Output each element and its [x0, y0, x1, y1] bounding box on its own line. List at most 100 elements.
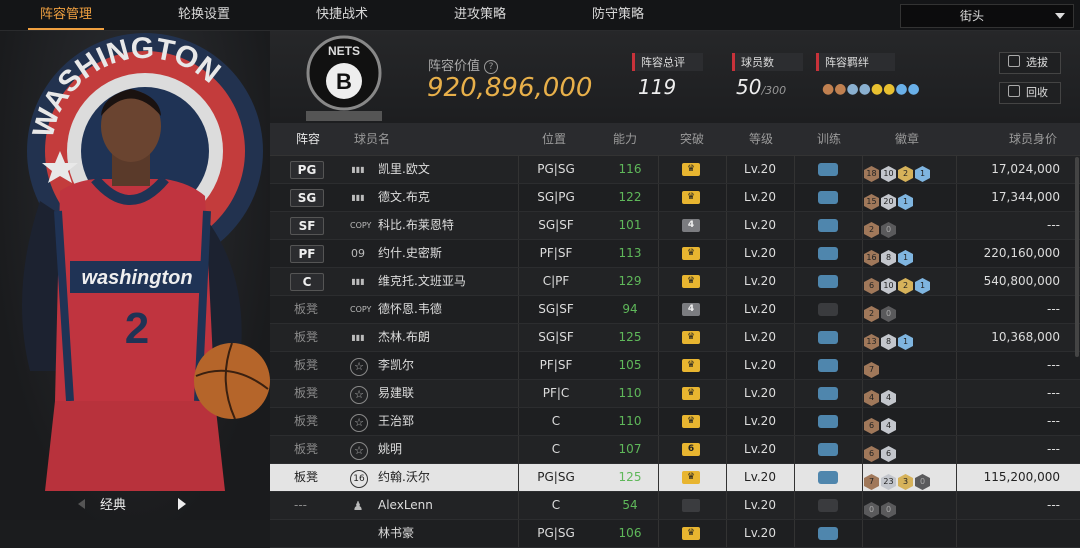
slot-label[interactable]: 板凳: [294, 324, 318, 351]
player-name[interactable]: 德怀恩.韦德: [378, 296, 442, 323]
player-level: Lv.20: [744, 358, 776, 372]
player-name[interactable]: 约翰.沃尔: [378, 464, 430, 491]
table-row[interactable]: PG ▮▮▮ 凯里.欧文 PG|SG 116 ♛ Lv.20 18 10 2 1 17,024,000: [270, 156, 1080, 184]
bond-icons[interactable]: ●●●●●●●●: [822, 81, 920, 97]
training-icon[interactable]: [818, 387, 838, 400]
training-icon[interactable]: [818, 527, 838, 540]
badge-list[interactable]: 20: [864, 301, 898, 322]
player-ability: 105: [618, 358, 642, 372]
player-level: Lv.20: [744, 498, 776, 512]
training-icon[interactable]: [818, 303, 838, 316]
player-name[interactable]: 林书豪: [378, 520, 414, 547]
tab-defense[interactable]: 防守策略: [580, 0, 656, 30]
table-row[interactable]: 板凳 16 约翰.沃尔 PG|SG 125 ♛ Lv.20 7 23 3 0 115,200,000: [270, 464, 1080, 492]
player-name[interactable]: 王治郅: [378, 408, 414, 435]
table-row[interactable]: C ▮▮▮ 维克托.文班亚马 C|PF 129 ♛ Lv.20 6 10 2 1 540,800,00…: [270, 268, 1080, 296]
slot-label[interactable]: ---: [294, 492, 307, 519]
training-icon[interactable]: [818, 247, 838, 260]
badge-icon: 0: [881, 222, 896, 238]
help-icon[interactable]: ?: [484, 60, 499, 74]
badge-list[interactable]: 7: [864, 357, 881, 378]
slot-label[interactable]: 板凳: [294, 436, 318, 463]
table-row[interactable]: 板凳 ☆ 易建联 PF|C 110 ♛ Lv.20 4 4 ---: [270, 380, 1080, 408]
badge-list[interactable]: 15 20 1: [864, 189, 915, 210]
training-icon[interactable]: [818, 219, 838, 232]
tab-lineup[interactable]: 阵容管理: [28, 0, 104, 30]
slot-label[interactable]: 板凳: [294, 380, 318, 407]
player-level: Lv.20: [744, 386, 776, 400]
player-showcase: WASHINGTON washington 2 经典: [0, 31, 270, 520]
player-name[interactable]: 凯里.欧文: [378, 156, 430, 183]
player-name[interactable]: 姚明: [378, 436, 402, 463]
player-name[interactable]: 易建联: [378, 380, 414, 407]
tab-quick-tactics[interactable]: 快捷战术: [304, 0, 380, 30]
player-name[interactable]: 德文.布克: [378, 184, 430, 211]
chevron-down-icon: [1055, 13, 1065, 19]
training-icon[interactable]: [818, 443, 838, 456]
table-row[interactable]: PF 09 约什.史密斯 PF|SF 113 ♛ Lv.20 16 8 1 220,160,000: [270, 240, 1080, 268]
player-name[interactable]: 李凯尔: [378, 352, 414, 379]
slot-badge[interactable]: PF: [290, 245, 324, 263]
player-position: SG|SF: [538, 330, 574, 344]
table-row[interactable]: --- ♟ AlexLenn C 54 Lv.20 0 0 ---: [270, 492, 1080, 520]
prev-arrow-icon[interactable]: [78, 499, 85, 509]
breakthrough-icon: ♛: [682, 471, 700, 484]
player-name[interactable]: 维克托.文班亚马: [378, 268, 466, 295]
badge-list[interactable]: 13 8 1: [864, 329, 915, 350]
table-scrollbar[interactable]: [1075, 157, 1079, 357]
slot-badge[interactable]: C: [290, 273, 324, 291]
player-ability: 110: [618, 386, 642, 400]
slot-label[interactable]: 板凳: [294, 296, 318, 323]
training-icon[interactable]: [818, 331, 838, 344]
player-price: ---: [1047, 386, 1060, 400]
table-row[interactable]: 板凳 ☆ 王治郅 C 110 ♛ Lv.20 6 4 ---: [270, 408, 1080, 436]
badge-list[interactable]: 7 23 3 0: [864, 469, 932, 490]
mode-dropdown[interactable]: 街头: [900, 4, 1074, 28]
slot-badge[interactable]: PG: [290, 161, 324, 179]
tab-rotation[interactable]: 轮换设置: [166, 0, 242, 30]
player-ability: 125: [618, 330, 642, 344]
badge-list[interactable]: 20: [864, 217, 898, 238]
slot-label[interactable]: 板凳: [294, 464, 318, 491]
badge-list[interactable]: 00: [864, 497, 898, 518]
badge-icon: 1: [915, 166, 930, 182]
player-name[interactable]: 约什.史密斯: [378, 240, 442, 267]
player-name[interactable]: AlexLenn: [378, 492, 433, 519]
table-row[interactable]: 板凳 ▮▮▮ 杰林.布朗 SG|SF 125 ♛ Lv.20 13 8 1 10,368,000: [270, 324, 1080, 352]
select-button[interactable]: 选拔: [999, 52, 1061, 74]
table-row[interactable]: 林书豪 PG|SG 106 ♛ Lv.20: [270, 520, 1080, 548]
table-row[interactable]: SG ▮▮▮ 德文.布克 SG|PG 122 ♛ Lv.20 15 20 1 17,344,000: [270, 184, 1080, 212]
training-icon[interactable]: [818, 191, 838, 204]
recycle-button[interactable]: 回收: [999, 82, 1061, 104]
badge-list[interactable]: 18 10 2 1: [864, 161, 932, 182]
player-name[interactable]: 科比.布莱恩特: [378, 212, 454, 239]
refresh-icon: [1008, 55, 1020, 67]
slot-label[interactable]: 板凳: [294, 408, 318, 435]
slot-badge[interactable]: SG: [290, 189, 324, 207]
table-row[interactable]: 板凳 ☆ 姚明 C 107 6 Lv.20 6 6 ---: [270, 436, 1080, 464]
badge-list[interactable]: 64: [864, 413, 898, 434]
badge-list[interactable]: 16 8 1: [864, 245, 915, 266]
table-row[interactable]: SF COPY 科比.布莱恩特 SG|SF 101 4 Lv.20 2 0 ---: [270, 212, 1080, 240]
next-arrow-icon[interactable]: [178, 498, 186, 510]
badge-list[interactable]: 66: [864, 441, 898, 462]
slot-label[interactable]: 板凳: [294, 352, 318, 379]
player-name[interactable]: 杰林.布朗: [378, 324, 430, 351]
training-icon[interactable]: [818, 275, 838, 288]
table-row[interactable]: 板凳 ☆ 李凯尔 PF|SF 105 ♛ Lv.20 7 ---: [270, 352, 1080, 380]
bond-silver-icon: ●●: [846, 81, 871, 97]
training-icon[interactable]: [818, 499, 838, 512]
training-icon[interactable]: [818, 471, 838, 484]
rating-label-box: 阵容总评: [632, 53, 703, 71]
badge-icon: 20: [881, 194, 896, 210]
training-icon[interactable]: [818, 359, 838, 372]
badge-list[interactable]: 6 10 2 1: [864, 273, 932, 294]
breakthrough-icon: ♛: [682, 191, 700, 204]
breakthrough-icon: 4: [682, 219, 700, 232]
tab-offense[interactable]: 进攻策略: [442, 0, 518, 30]
table-row[interactable]: 板凳 COPY 德怀恩.韦德 SG|SF 94 4 Lv.20 2 0 ---: [270, 296, 1080, 324]
slot-badge[interactable]: SF: [290, 217, 324, 235]
training-icon[interactable]: [818, 163, 838, 176]
training-icon[interactable]: [818, 415, 838, 428]
badge-list[interactable]: 44: [864, 385, 898, 406]
